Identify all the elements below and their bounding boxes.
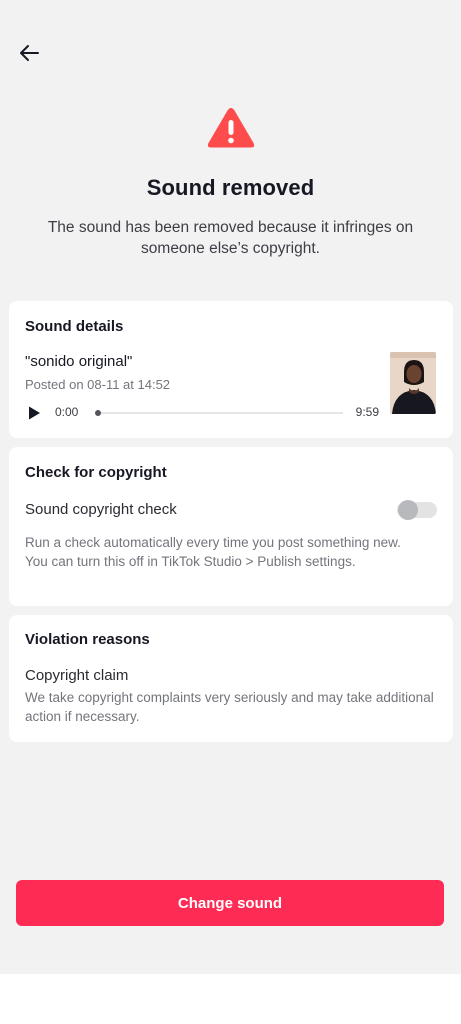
copyright-check-label: Sound copyright check: [25, 501, 177, 518]
violation-title: Copyright claim: [25, 667, 129, 684]
audio-progress-track[interactable]: [95, 410, 343, 416]
violation-reasons-heading: Violation reasons: [25, 631, 150, 648]
violation-description: We take copyright complaints very seriou…: [25, 690, 434, 724]
total-time: 9:59: [355, 405, 379, 419]
sound-removed-screen: Sound removed The sound has been removed…: [0, 0, 461, 974]
violation-reasons-card: Violation reasons Copyright claim We tak…: [9, 615, 453, 742]
change-sound-button[interactable]: Change sound: [16, 880, 444, 926]
video-thumbnail[interactable]: [390, 352, 436, 414]
audio-player: 0:00 9:59: [27, 405, 383, 421]
copyright-check-description: Run a check automatically every time you…: [25, 535, 401, 569]
current-time: 0:00: [55, 405, 79, 419]
posted-date: Posted on 08-11 at 14:52: [25, 377, 171, 392]
audio-progress-handle[interactable]: [95, 410, 101, 416]
play-icon[interactable]: [27, 406, 41, 420]
copyright-check-heading: Check for copyright: [25, 464, 167, 481]
sound-name: "sonido original": [25, 353, 133, 370]
copyright-check-toggle[interactable]: [397, 500, 437, 520]
page-title: Sound removed: [146, 175, 315, 200]
thumbnail-image: [390, 352, 436, 414]
page-subtitle: The sound has been removed because it in…: [47, 219, 414, 257]
toggle-knob: [398, 500, 418, 520]
warning-triangle-icon: [207, 108, 255, 148]
back-button[interactable]: [14, 38, 44, 68]
arrow-left-icon: [20, 45, 39, 61]
copyright-check-card: Check for copyright Sound copyright chec…: [9, 447, 453, 606]
sound-details-card: Sound details "sonido original" Posted o…: [9, 301, 453, 438]
sound-details-heading: Sound details: [25, 318, 124, 335]
